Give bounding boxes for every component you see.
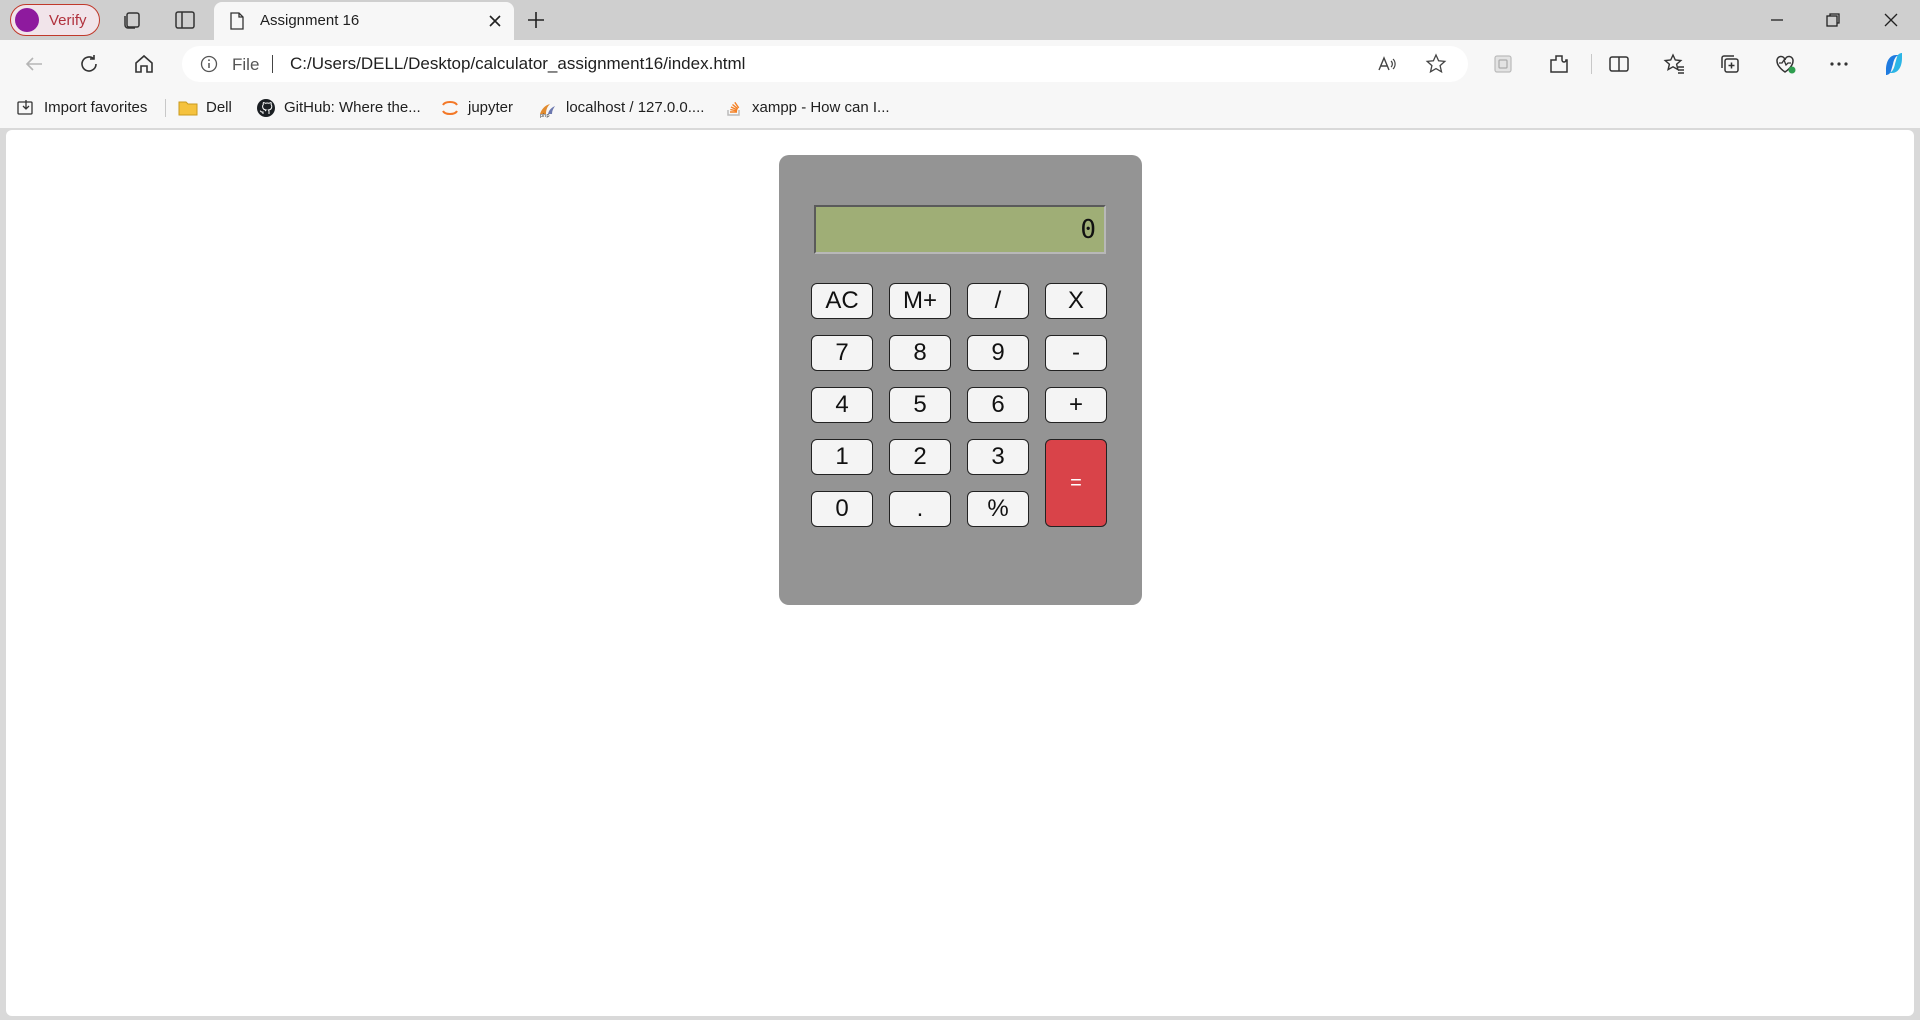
omnibox-divider	[272, 55, 273, 73]
profile-label: Verify	[49, 12, 87, 29]
more-options-icon[interactable]	[1827, 52, 1851, 76]
refresh-icon[interactable]	[77, 52, 101, 76]
key-2[interactable]: 2	[889, 439, 951, 475]
tab-title: Assignment 16	[260, 12, 360, 29]
key-divide[interactable]: /	[967, 283, 1029, 319]
split-screen-icon[interactable]	[1607, 52, 1631, 76]
phpmyadmin-icon: php	[540, 104, 555, 118]
favorites-icon[interactable]	[1663, 52, 1687, 76]
close-window-icon[interactable]	[1879, 8, 1903, 32]
profile-avatar	[15, 8, 39, 32]
calculator: 0 AC M+ / X 7 8 9 - 4 5 6 + 1 2 3 = 0 . …	[779, 155, 1142, 605]
restore-icon[interactable]	[1821, 8, 1845, 32]
key-decimal[interactable]: .	[889, 491, 951, 527]
collections-icon[interactable]	[1718, 52, 1742, 76]
back-icon[interactable]	[22, 52, 46, 76]
workspaces-icon[interactable]	[120, 8, 144, 32]
key-3[interactable]: 3	[967, 439, 1029, 475]
close-tab-icon[interactable]	[486, 12, 504, 30]
favorite-label: xampp - How can I...	[752, 99, 890, 116]
minimize-icon[interactable]	[1765, 8, 1789, 32]
favorite-label: jupyter	[468, 99, 514, 116]
folder-icon	[178, 101, 198, 116]
extensions-icon[interactable]	[1547, 52, 1571, 76]
jupyter-icon	[442, 101, 458, 115]
extension-badge-icon[interactable]	[1491, 52, 1515, 76]
key-8[interactable]: 8	[889, 335, 951, 371]
profile-button[interactable]: Verify	[10, 4, 100, 36]
key-minus[interactable]: -	[1045, 335, 1107, 371]
copilot-icon[interactable]	[1880, 50, 1908, 78]
key-memory-plus[interactable]: M+	[889, 283, 951, 319]
key-7[interactable]: 7	[811, 335, 873, 371]
document-icon	[230, 12, 244, 30]
active-tab[interactable]: Assignment 16	[214, 2, 514, 40]
key-4[interactable]: 4	[811, 387, 873, 423]
key-6[interactable]: 6	[967, 387, 1029, 423]
browser-essentials-icon[interactable]	[1773, 52, 1797, 76]
calculator-display: 0	[814, 205, 1106, 254]
display-value: 0	[1080, 215, 1096, 245]
key-1[interactable]: 1	[811, 439, 873, 475]
key-equals[interactable]: =	[1045, 439, 1107, 527]
vertical-tabs-icon[interactable]	[173, 8, 197, 32]
favorite-label: GitHub: Where the...	[284, 99, 421, 116]
read-aloud-icon[interactable]	[1376, 53, 1398, 75]
address-bar[interactable]: File C:/Users/DELL/Desktop/calculator_as…	[182, 46, 1468, 82]
info-icon[interactable]	[200, 55, 218, 73]
toolbar-divider	[1591, 54, 1592, 74]
favorite-label: Dell	[206, 99, 232, 116]
key-percent[interactable]: %	[967, 491, 1029, 527]
key-9[interactable]: 9	[967, 335, 1029, 371]
favorites-items: Dell GitHub: Where the... jupyter php lo…	[0, 88, 1920, 128]
url-text[interactable]: C:/Users/DELL/Desktop/calculator_assignm…	[290, 54, 745, 74]
key-ac[interactable]: AC	[811, 283, 873, 319]
favorite-label: localhost / 127.0.0....	[566, 99, 705, 116]
github-icon	[257, 99, 275, 117]
page-viewport: 0 AC M+ / X 7 8 9 - 4 5 6 + 1 2 3 = 0 . …	[6, 130, 1914, 1016]
home-icon[interactable]	[132, 52, 156, 76]
key-0[interactable]: 0	[811, 491, 873, 527]
title-bar: Verify Assignment 16	[0, 0, 1920, 40]
stackoverflow-icon	[727, 101, 740, 116]
navigation-toolbar: File C:/Users/DELL/Desktop/calculator_as…	[0, 40, 1920, 88]
new-tab-icon[interactable]	[524, 8, 548, 32]
key-multiply[interactable]: X	[1045, 283, 1107, 319]
scheme-label: File	[232, 55, 260, 74]
key-5[interactable]: 5	[889, 387, 951, 423]
svg-text:php: php	[540, 113, 550, 118]
favorite-star-icon[interactable]	[1425, 53, 1447, 75]
key-plus[interactable]: +	[1045, 387, 1107, 423]
